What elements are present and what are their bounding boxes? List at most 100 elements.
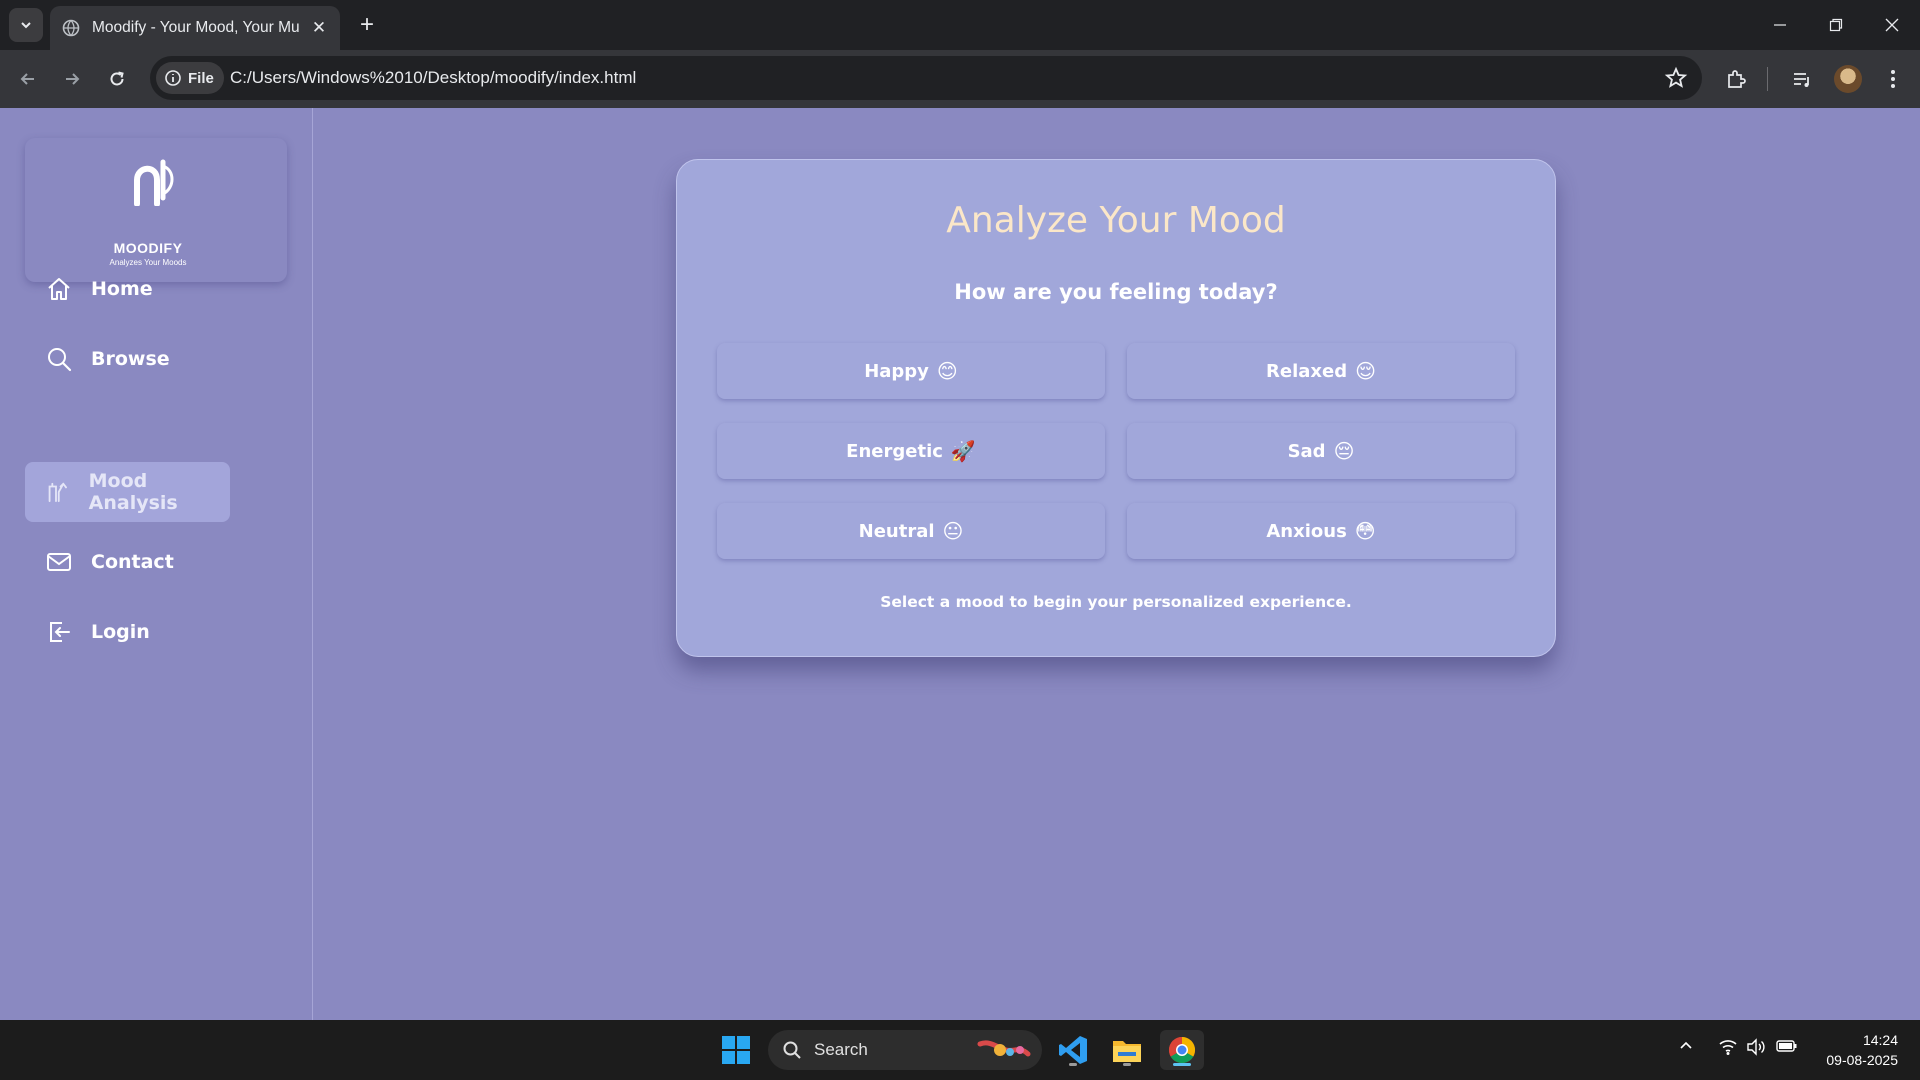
profile-avatar[interactable] (1834, 65, 1862, 93)
tray-overflow-button[interactable] (1678, 1038, 1694, 1054)
mood-label: Sad (1287, 440, 1326, 462)
chevron-up-icon (1680, 1041, 1692, 1049)
search-icon (783, 1041, 801, 1059)
mail-icon (47, 553, 71, 571)
flushed-face-icon: 😳 (1354, 519, 1376, 543)
moodify-logo-icon (134, 159, 174, 206)
smiling-face-icon: 😊 (936, 359, 958, 383)
windows-logo-icon (722, 1036, 750, 1064)
battery-charging-icon (1776, 1040, 1797, 1052)
site-info-chip[interactable]: File (156, 62, 224, 94)
login-icon (50, 622, 70, 642)
reload-icon (110, 71, 124, 86)
arrow-left-icon (20, 73, 34, 85)
page-title: Analyze Your Mood (946, 200, 1286, 241)
mood-label: Neutral (858, 520, 935, 542)
mood-analysis-card: Analyze Your Mood How are you feeling to… (676, 159, 1556, 657)
sidebar-item-label: Home (91, 278, 153, 300)
page: MOODIFY Analyzes Your Moods Home Browse … (0, 108, 1920, 1020)
mood-button-happy[interactable]: Happy 😊 (717, 343, 1105, 399)
chrome-icon (1168, 1036, 1196, 1064)
sidebar-item-contact[interactable]: Contact (25, 532, 230, 592)
pensive-face-icon: 😔 (1333, 439, 1355, 463)
tab-search-button[interactable] (9, 8, 43, 42)
forward-button[interactable] (55, 62, 89, 96)
reload-button[interactable] (100, 62, 134, 96)
sidebar-item-label: Mood Analysis (88, 470, 178, 514)
mood-question: How are you feeling today? (954, 280, 1278, 304)
taskbar-clock[interactable]: 14:24 09-08-2025 (1826, 1030, 1898, 1070)
mood-button-energetic[interactable]: Energetic 🚀 (717, 423, 1105, 479)
mood-button-anxious[interactable]: Anxious 😳 (1127, 503, 1515, 559)
mood-instructions: Select a mood to begin your personalized… (880, 593, 1352, 611)
close-window-button[interactable] (1864, 0, 1920, 50)
folder-icon (1113, 1041, 1141, 1062)
playlist-icon (1794, 73, 1809, 87)
tab-title: Moodify - Your Mood, Your Mu (92, 19, 300, 36)
taskbar-search-label: Search (814, 1040, 868, 1059)
bookmark-star-icon[interactable] (1664, 66, 1688, 90)
running-indicator (1173, 1063, 1191, 1066)
wifi-status[interactable] (1718, 1038, 1738, 1056)
info-icon (165, 70, 181, 86)
back-button[interactable] (11, 62, 45, 96)
site-chip-label: File (188, 69, 214, 87)
mood-button-sad[interactable]: Sad 😔 (1127, 423, 1515, 479)
rocket-icon: 🚀 (950, 439, 976, 463)
start-button[interactable] (716, 1030, 756, 1070)
extensions-button[interactable] (1719, 62, 1753, 96)
toolbar-separator (1767, 67, 1768, 91)
restore-icon (1829, 18, 1843, 32)
taskbar-file-explorer[interactable] (1107, 1030, 1147, 1070)
mood-button-neutral[interactable]: Neutral 😐 (717, 503, 1105, 559)
battery-status[interactable] (1776, 1038, 1798, 1054)
sidebar: MOODIFY Analyzes Your Moods Home Browse … (0, 108, 313, 1020)
search-icon (48, 348, 72, 372)
mood-label: Happy (864, 360, 929, 382)
home-icon (48, 278, 70, 300)
arrow-right-icon (66, 73, 80, 85)
sidebar-item-label: Browse (91, 348, 170, 370)
puzzle-icon (1728, 70, 1746, 88)
minimize-button[interactable] (1752, 0, 1808, 50)
volume-status[interactable] (1746, 1038, 1766, 1056)
more-vertical-icon (1891, 70, 1895, 88)
logo-name: MOODIFY (113, 240, 183, 256)
restore-button[interactable] (1808, 0, 1864, 50)
sidebar-item-login[interactable]: Login (25, 602, 230, 662)
sidebar-item-label: Contact (91, 551, 174, 573)
sidebar-item-home[interactable]: Home (25, 259, 230, 319)
sidebar-item-mood-analysis[interactable]: Mood Analysis (25, 462, 230, 522)
running-indicator (1123, 1063, 1131, 1066)
search-highlight-icon (977, 1040, 1031, 1057)
wifi-icon (1719, 1040, 1737, 1055)
chevron-down-icon (21, 22, 31, 29)
mood-button-relaxed[interactable]: Relaxed 😌 (1127, 343, 1515, 399)
browser-menu-button[interactable] (1876, 62, 1910, 96)
browser-toolbar: File C:/Users/Windows%2010/Desktop/moodi… (0, 50, 1920, 108)
sidebar-item-browse[interactable]: Browse (25, 329, 230, 389)
address-bar[interactable]: File C:/Users/Windows%2010/Desktop/moodi… (150, 56, 1702, 100)
taskbar-search[interactable]: Search (768, 1030, 1042, 1070)
minimize-icon (1774, 24, 1786, 26)
new-tab-button[interactable]: + (352, 10, 382, 40)
speaker-icon (1747, 1038, 1765, 1056)
clock-time: 14:24 (1862, 1032, 1898, 1048)
mood-label: Anxious (1266, 520, 1347, 542)
close-icon (1885, 18, 1899, 32)
neutral-face-icon: 😐 (942, 519, 964, 543)
mood-analysis-icon (48, 482, 67, 503)
globe-icon (62, 19, 80, 37)
url-text[interactable]: C:/Users/Windows%2010/Desktop/moodify/in… (230, 68, 636, 88)
taskbar-chrome[interactable] (1160, 1030, 1204, 1070)
media-controls-button[interactable] (1785, 62, 1819, 96)
taskbar-vscode[interactable] (1053, 1030, 1093, 1070)
mood-label: Energetic (846, 440, 943, 462)
window-controls (1752, 0, 1920, 50)
close-tab-icon[interactable]: ✕ (310, 18, 328, 38)
taskbar: Search 14:24 09-08-2025 (0, 1020, 1920, 1080)
vscode-icon (1059, 1036, 1087, 1064)
browser-tab[interactable]: Moodify - Your Mood, Your Mu ✕ (50, 6, 340, 50)
browser-tab-bar: Moodify - Your Mood, Your Mu ✕ + (0, 0, 1920, 50)
clock-date: 09-08-2025 (1826, 1052, 1898, 1068)
